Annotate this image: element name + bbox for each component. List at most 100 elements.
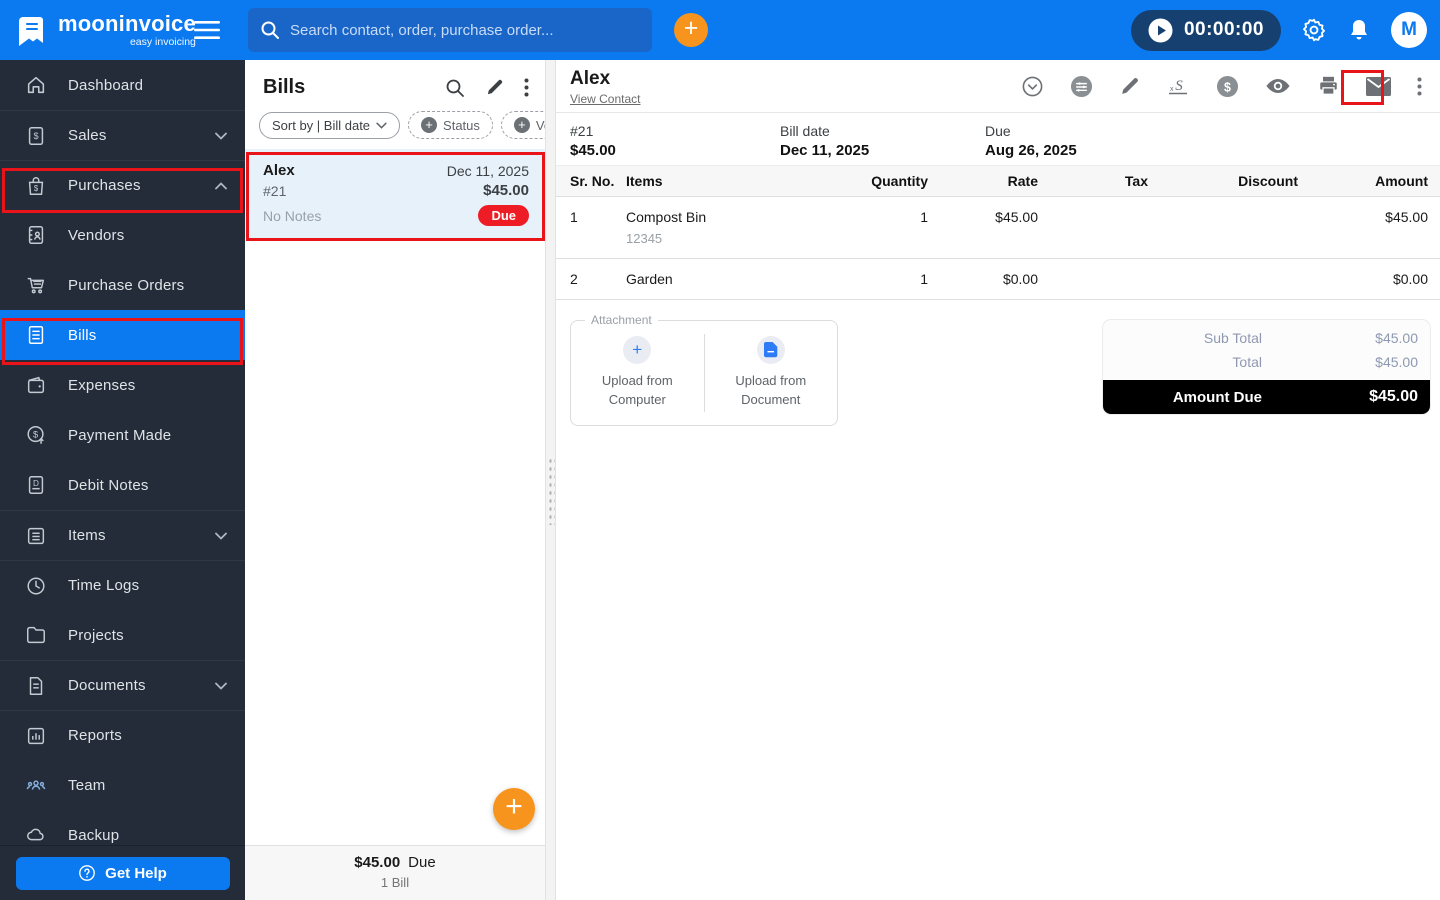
svg-text:x: x [1170,86,1174,93]
chevron-up-icon [215,182,227,190]
list-search-icon[interactable] [445,78,465,98]
list-edit-pencil-icon[interactable] [485,78,504,97]
col-discount: Discount [1148,173,1298,189]
detail-contact-name: Alex [570,68,640,90]
add-bill-button[interactable]: + [493,788,535,830]
cell-qty: 1 [808,271,928,287]
sidebar-item-projects[interactable]: Projects [0,610,245,660]
sidebar-item-team[interactable]: Team [0,760,245,810]
edit-pencil-icon[interactable] [1119,76,1140,97]
cell-qty: 1 [808,209,928,225]
bill-detail-panel: Alex View Contact Sx $ #21 $45.00 Bi [556,60,1440,900]
bill-card-number: #21 [263,183,286,199]
sidebar-nav: Dashboard $ Sales $ Purchases Vendors Pu… [0,60,245,900]
settings-gear-icon[interactable] [1301,17,1327,43]
adjustments-tune-icon[interactable] [1070,75,1093,98]
drag-grip-icon[interactable] [547,455,555,525]
cell-rate: $45.00 [928,209,1038,225]
notifications-bell-icon[interactable] [1347,17,1371,43]
bills-filter-row: Sort by | Bill date + Status + Vend [245,109,545,149]
sidebar-item-documents[interactable]: Documents [0,660,245,710]
sidebar-footer: Get Help [0,845,245,900]
sidebar-label: Payment Made [68,427,171,444]
sidebar-item-dashboard[interactable]: Dashboard [0,60,245,110]
view-contact-link[interactable]: View Contact [570,92,640,106]
sidebar-label: Vendors [68,227,124,244]
sidebar-item-time-logs[interactable]: Time Logs [0,560,245,610]
sidebar-label: Documents [68,677,146,694]
signature-icon[interactable]: Sx [1166,75,1190,98]
attachment-box: Attachment + Upload from Computer Upload… [570,320,838,426]
status-filter-pill[interactable]: + Status [408,111,493,139]
chevron-down-icon [376,122,387,129]
list-more-menu-icon[interactable] [524,78,529,97]
bill-date-label: Bill date [780,123,985,139]
cell-sr: 1 [570,209,626,225]
sidebar-label: Sales [68,127,107,144]
timer-value: 00:00:00 [1184,19,1264,41]
sort-by-pill[interactable]: Sort by | Bill date [259,112,400,139]
upload-from-document-button[interactable]: Upload from Document [705,336,838,410]
col-items: Items [626,173,808,189]
cell-rate: $0.00 [928,271,1038,287]
amount-due-label: Amount Due [1115,389,1298,406]
col-rate: Rate [928,173,1038,189]
document-icon [24,675,48,697]
print-icon[interactable] [1317,75,1340,97]
bill-date-value: Dec 11, 2025 [780,142,985,159]
user-avatar[interactable]: M [1391,12,1427,48]
sidebar-item-payment-made[interactable]: $ Payment Made [0,410,245,460]
footer-status: Due [408,854,436,871]
get-help-button[interactable]: Get Help [16,857,230,890]
bill-card-amount: $45.00 [483,182,529,199]
svg-text:D: D [33,479,39,488]
items-table: Sr. No. Items Quantity Rate Tax Discount… [556,165,1440,300]
brand-logo[interactable]: mooninvoice easy invoicing [0,13,186,48]
bill-list-item[interactable]: Alex Dec 11, 2025 #21 $45.00 No Notes Du… [245,149,545,238]
sidebar-item-reports[interactable]: Reports [0,710,245,760]
table-row[interactable]: 2 Garden 1 $0.00 $0.00 [556,259,1440,300]
sidebar-item-backup[interactable]: Backup [0,810,245,845]
bill-card-date: Dec 11, 2025 [447,163,529,179]
quick-add-button[interactable]: + [674,13,708,47]
due-status-badge: Due [478,205,529,226]
svg-text:$: $ [33,131,38,141]
clock-icon [24,575,48,597]
more-menu-icon[interactable] [1417,77,1422,96]
total-value: $45.00 [1298,354,1418,370]
search-input[interactable] [290,22,640,39]
vendor-filter-pill[interactable]: + Vend [501,111,545,139]
amount-due-value: $45.00 [1298,388,1418,406]
email-icon[interactable] [1366,77,1391,96]
col-quantity: Quantity [808,173,928,189]
items-table-header: Sr. No. Items Quantity Rate Tax Discount… [556,165,1440,197]
sidebar-item-items[interactable]: Items [0,510,245,560]
panel-resize-divider[interactable] [545,60,556,900]
table-row[interactable]: 1 Compost Bin 12345 1 $45.00 $45.00 [556,197,1440,259]
preview-eye-icon[interactable] [1265,76,1291,96]
timer-widget[interactable]: 00:00:00 [1131,10,1281,51]
footer-total-amount: $45.00 [354,854,400,871]
svg-text:S: S [1175,78,1183,94]
payment-dollar-icon[interactable]: $ [1216,75,1239,98]
status-filter-label: Status [443,118,480,133]
brand-tagline: easy invoicing [58,37,196,48]
sidebar-item-purchase-orders[interactable]: Purchase Orders [0,260,245,310]
sidebar-item-purchases[interactable]: $ Purchases [0,160,245,210]
sidebar-item-vendors[interactable]: Vendors [0,210,245,260]
hamburger-menu-icon[interactable] [194,20,220,40]
sidebar-item-debit-notes[interactable]: D Debit Notes [0,460,245,510]
sidebar-label: Projects [68,627,124,644]
upload-from-computer-button[interactable]: + Upload from Computer [571,336,704,410]
due-date-label: Due [985,123,1077,139]
reports-chart-icon [24,725,48,747]
global-search[interactable] [248,8,652,52]
cell-amount: $45.00 [1298,209,1428,225]
cell-item-name: Compost Bin [626,209,808,225]
sidebar-label: Team [68,777,105,794]
play-icon[interactable] [1148,18,1173,43]
sidebar-item-sales[interactable]: $ Sales [0,110,245,160]
sidebar-item-expenses[interactable]: Expenses [0,360,245,410]
status-dropdown-icon[interactable] [1021,75,1044,98]
sidebar-item-bills[interactable]: Bills [0,310,245,360]
